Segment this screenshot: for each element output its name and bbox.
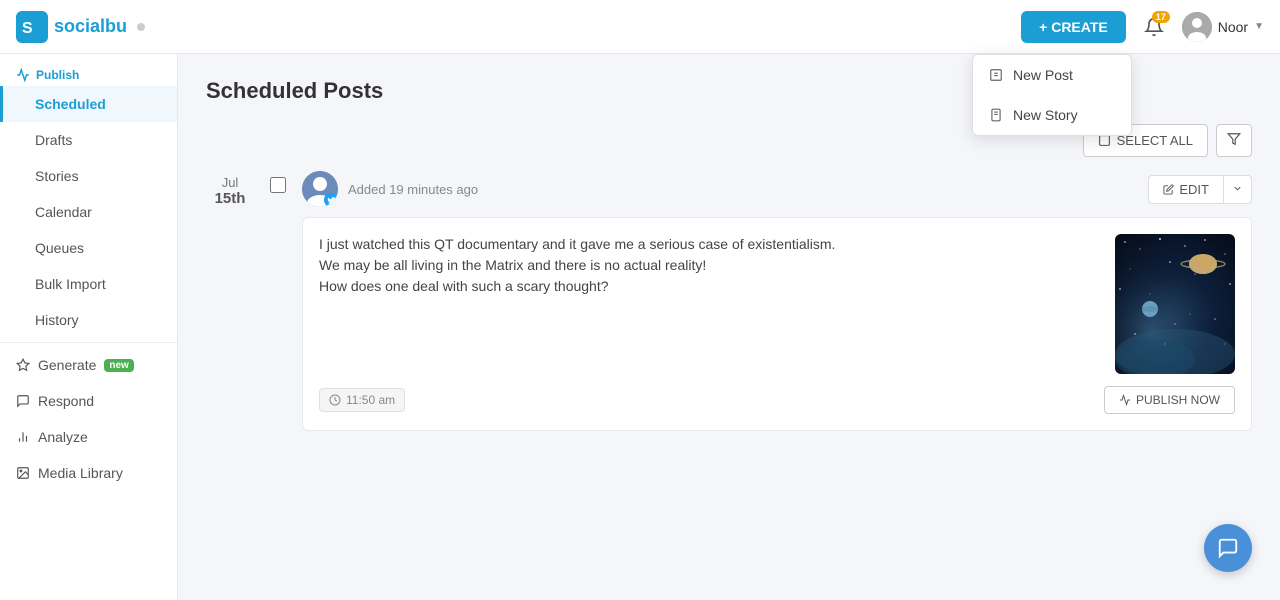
user-name-label: Noor [1218,19,1248,35]
sidebar-item-drafts[interactable]: Drafts [0,122,177,158]
generate-label: Generate [38,357,96,373]
generate-icon [16,358,30,372]
publish-now-label: PUBLISH NOW [1136,393,1220,407]
queues-label: Queues [35,240,84,256]
twitter-badge [324,193,338,207]
analyze-icon [16,430,30,444]
sidebar-item-stories[interactable]: Stories [0,158,177,194]
post-dropdown-button[interactable] [1223,175,1252,204]
notification-bell[interactable]: 17 [1138,11,1170,43]
post-avatar [302,171,338,207]
new-story-label: New Story [1013,107,1078,123]
new-story-icon [989,108,1003,122]
sidebar-item-scheduled[interactable]: Scheduled [0,86,177,122]
user-menu[interactable]: Noor ▼ [1182,12,1264,42]
new-story-menu-item[interactable]: New Story [973,95,1131,135]
post-day: 15th [206,190,254,207]
app-header: S socialbu + CREATE 17 Noor ▼ [0,0,1280,54]
post-image [1115,234,1235,374]
bulk-import-label: Bulk Import [35,276,106,292]
calendar-label: Calendar [35,204,92,220]
generate-new-badge: new [104,359,133,372]
post-card-wrapper: Added 19 minutes ago EDIT [302,171,1252,431]
svg-text:S: S [22,20,33,37]
header-right: + CREATE 17 Noor ▼ [1021,11,1264,43]
avatar [1182,12,1212,42]
sidebar-respond[interactable]: Respond [0,383,177,419]
history-label: History [35,312,79,328]
sidebar-divider-1 [0,342,177,343]
edit-icon [1163,184,1174,195]
post-text: I just watched this QT documentary and i… [319,234,1099,297]
sidebar-generate[interactable]: Generate new [0,347,177,383]
post-card: I just watched this QT documentary and i… [302,217,1252,431]
post-text-line1: I just watched this QT documentary and i… [319,234,1099,255]
new-post-menu-item[interactable]: New Post [973,55,1131,95]
drafts-label: Drafts [35,132,72,148]
status-dot [137,23,145,31]
sidebar-publish-section: Publish [0,54,177,86]
scheduled-label: Scheduled [35,96,106,112]
create-dropdown-menu: New Post New Story [972,54,1132,136]
sidebar-item-history[interactable]: History [0,302,177,338]
edit-label: EDIT [1179,182,1209,197]
chevron-down-post-icon [1232,183,1243,194]
new-post-label: New Post [1013,67,1073,83]
post-time-label: 11:50 am [346,393,395,407]
respond-icon [16,394,30,408]
clock-icon [329,394,341,406]
post-actions: EDIT [1148,175,1252,204]
post-text-line2: We may be all living in the Matrix and t… [319,255,1099,276]
publish-now-icon [1119,394,1131,406]
stories-label: Stories [35,168,79,184]
post-checkbox[interactable] [270,177,286,193]
logo-area: S socialbu [16,11,145,43]
sidebar: Publish Scheduled Drafts Stories Calenda… [0,54,178,600]
publish-now-button[interactable]: PUBLISH NOW [1104,386,1235,414]
respond-label: Respond [38,393,94,409]
post-time: 11:50 am [319,388,405,412]
edit-button[interactable]: EDIT [1148,175,1223,204]
media-library-label: Media Library [38,465,123,481]
sidebar-media-library[interactable]: Media Library [0,455,177,491]
chat-fab-button[interactable] [1204,524,1252,572]
post-month: Jul [206,175,254,190]
analyze-label: Analyze [38,429,88,445]
logo-icon: S [16,11,48,43]
sidebar-analyze[interactable]: Analyze [0,419,177,455]
publish-icon [16,68,30,82]
chevron-down-icon: ▼ [1254,21,1264,32]
notification-badge: 17 [1152,11,1170,23]
post-row: Jul 15th [206,171,1252,431]
create-button[interactable]: + CREATE [1021,11,1126,43]
filter-button[interactable] [1216,124,1252,157]
chat-fab-icon [1217,537,1239,559]
media-library-icon [16,466,30,480]
logo-text: socialbu [54,16,127,37]
post-added-label: Added 19 minutes ago [348,182,1138,197]
sidebar-item-queues[interactable]: Queues [0,230,177,266]
publish-section-label: Publish [36,68,79,82]
sidebar-item-bulk-import[interactable]: Bulk Import [0,266,177,302]
post-text-line3: How does one deal with such a scary thou… [319,276,1099,297]
filter-icon [1227,132,1241,146]
post-date-block: Jul 15th [206,171,254,207]
post-card-header: Added 19 minutes ago EDIT [302,171,1252,207]
new-post-icon [989,68,1003,82]
post-body: I just watched this QT documentary and i… [319,234,1235,374]
sidebar-item-calendar[interactable]: Calendar [0,194,177,230]
posts-area: Jul 15th [206,171,1252,431]
post-footer: 11:50 am PUBLISH NOW [319,386,1235,414]
